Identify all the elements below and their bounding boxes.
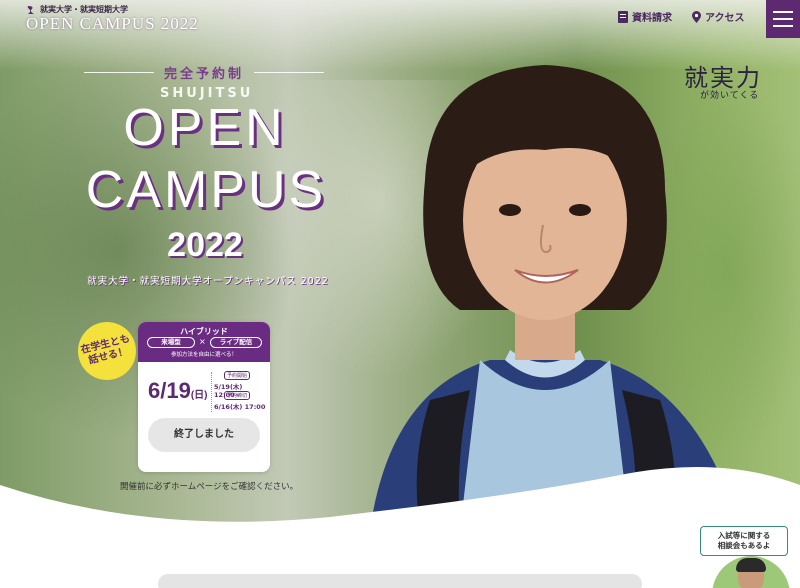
option-live: ライブ配信 (210, 337, 262, 348)
hero-title-campus: CAMPUS (85, 161, 327, 219)
consult-line2: 相談会もあるよ (717, 541, 771, 550)
map-pin-icon (692, 10, 701, 23)
menu-line-icon (773, 11, 793, 13)
hamburger-menu-button[interactable] (766, 0, 800, 38)
event-card-header: ハイブリッド 来場型 × ライブ配信 参加方法を自由に選べる！ (138, 322, 270, 362)
divider-line (254, 72, 325, 73)
reservation-label: 完全予約制 (164, 67, 245, 82)
event-weekday: (日) (190, 390, 208, 401)
reserve-end-label: 予約締切 (224, 391, 251, 400)
nav-access-label: アクセス (705, 13, 745, 24)
nav-documents-link[interactable]: 資料請求 (618, 9, 672, 24)
event-date: 6/19(日) (148, 378, 208, 404)
date-divider (211, 372, 212, 412)
consult-line1: 入試等に関する (717, 531, 771, 540)
menu-line-icon (773, 25, 793, 27)
logo-mark-icon (27, 5, 34, 14)
avatar-hair (736, 558, 766, 572)
option-separator: × (199, 337, 206, 346)
open-campus-logo[interactable]: OPEN CAMPUS 2022 (26, 14, 199, 34)
consultation-bubble[interactable]: 入試等に関する 相談会もあるよ (700, 526, 788, 556)
event-card: ハイブリッド 来場型 × ライブ配信 参加方法を自由に選べる！ 6/19(日) … (138, 322, 270, 472)
hero-year: 2022 (167, 226, 243, 264)
divider-line (84, 72, 154, 73)
option-onsite: 来場型 (147, 337, 195, 348)
event-format: ハイブリッド (180, 327, 228, 336)
reservation-heading: 完全予約制 (84, 63, 325, 82)
bottom-panel (158, 574, 642, 588)
nav-access-link[interactable]: アクセス (692, 9, 745, 24)
catchphrase-sub: が効いてくる (700, 91, 760, 101)
event-date-value: 6/19 (148, 378, 191, 403)
hero-subtitle: 就実大学・就実短期大学オープンキャンパス 2022 (87, 276, 329, 287)
reserve-start-label: 予約開始 (224, 371, 251, 380)
menu-line-icon (773, 18, 793, 20)
event-format-note: 参加方法を自由に選べる！ (170, 352, 237, 358)
event-ended-button[interactable]: 終了しました (148, 418, 260, 452)
wave-divider (0, 467, 800, 588)
reserve-end: 予約締切 6/16(木) 17:00 (214, 391, 265, 411)
nav-documents-label: 資料請求 (632, 13, 672, 24)
reserve-end-value: 6/16(木) 17:00 (214, 403, 266, 411)
hero-title-open: OPEN (123, 99, 287, 157)
document-icon (618, 10, 628, 23)
